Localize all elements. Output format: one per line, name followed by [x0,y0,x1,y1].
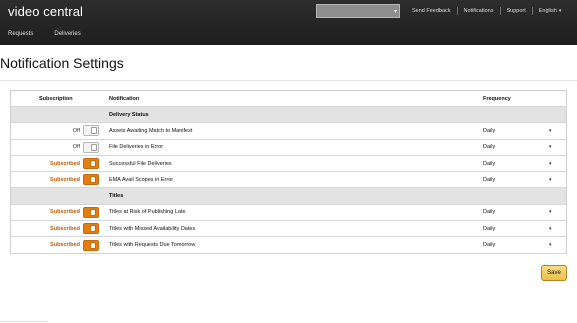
subscription-status: Subscribed [50,242,80,249]
column-header-frequency: Frequency [483,95,511,102]
subscription-status: Subscribed [50,160,80,167]
table-row: Subscribed Titles at Risk of Publishing … [11,205,566,222]
table-row: Subscribed Titles with Missed Availabili… [11,221,566,238]
toggle-knob [91,127,97,135]
toggle-knob [90,160,96,168]
save-button[interactable]: Save [541,265,567,281]
chevron-down-icon[interactable]: ▾ [549,144,552,150]
nav-tabs: Requests Deliveries [8,31,81,37]
table-header-row: Subscription Notification Frequency [11,91,566,107]
chevron-down-icon[interactable]: ▾ [549,209,552,215]
column-header-subscription: Subscription [39,95,73,102]
tab-deliveries[interactable]: Deliveries [54,31,80,37]
subscription-cell: Subscribed [11,223,107,235]
brand-logo[interactable]: video central [8,4,83,19]
subscription-status: Off [72,127,80,134]
chevron-down-icon[interactable]: ▾ [549,226,552,232]
table-row: Off Assets Awaiting Match to Manifest Da… [11,123,566,140]
subscription-toggle[interactable] [83,141,99,153]
subscription-cell: Subscribed [11,158,107,170]
chevron-down-icon[interactable]: ▾ [549,242,552,248]
subscription-cell: Off [11,125,107,137]
notification-name: Titles with Missed Availability Dates [109,225,196,232]
frequency-select[interactable]: Daily [483,242,495,248]
chevron-down-icon[interactable]: ▾ [549,177,552,183]
subscription-status: Subscribed [50,176,80,183]
section-title: Delivery Status [109,111,149,118]
section-header-delivery-status: Delivery Status [11,107,566,124]
subscription-cell: Subscribed [11,206,107,218]
subscription-cell: Subscribed [11,174,107,186]
section-title: Titles [109,193,124,200]
top-links: Send Feedback Notifications Support Engl… [406,7,567,15]
subscription-status: Off [72,144,80,151]
subscription-toggle[interactable] [83,223,99,235]
notification-name: File Deliveries in Error [109,144,164,151]
language-selector[interactable]: English ▾ [533,8,568,14]
toggle-knob [90,241,96,249]
notification-table: Subscription Notification Frequency Deli… [10,90,567,254]
frequency-select[interactable]: Daily [483,209,495,215]
frequency-select[interactable]: Daily [483,177,495,183]
subscription-cell: Subscribed [11,239,107,251]
subscription-toggle[interactable] [83,239,99,251]
table-row: Subscribed Successful File Deliveries Da… [11,156,566,173]
subscription-toggle[interactable] [83,125,99,137]
frequency-select[interactable]: Daily [483,161,495,167]
search-input[interactable]: ▾ [316,4,400,18]
subscription-status: Subscribed [50,209,80,216]
language-label: English [538,8,557,14]
notifications-link[interactable]: Notifications [458,8,500,14]
divider [0,321,48,322]
notification-name: EMA Avail Scopes in Error [109,176,174,183]
column-header-notification: Notification [109,95,140,102]
table-row: Off File Deliveries in Error Daily ▾ [11,140,566,156]
notification-name: Titles with Requests Due Tomorrow [109,242,196,249]
frequency-select[interactable]: Daily [483,144,495,150]
send-feedback-link[interactable]: Send Feedback [406,8,457,14]
subscription-status: Subscribed [50,225,80,232]
toggle-knob [90,176,96,184]
toggle-knob [90,208,96,216]
tab-requests[interactable]: Requests [8,31,33,37]
subscription-cell: Off [11,141,107,153]
chevron-down-icon: ▾ [558,8,562,14]
table-row: Subscribed Titles with Requests Due Tomo… [11,237,566,254]
top-bar: video central ▾ Send Feedback Notificati… [0,0,577,45]
divider [0,80,577,81]
subscription-toggle[interactable] [83,158,99,170]
support-link[interactable]: Support [501,8,532,14]
toggle-knob [91,143,97,151]
subscription-toggle[interactable] [83,206,99,218]
section-header-titles: Titles [11,188,566,205]
chevron-down-icon[interactable]: ▾ [549,128,552,134]
subscription-toggle[interactable] [83,174,99,186]
toggle-knob [90,225,96,233]
notification-name: Successful File Deliveries [109,160,172,167]
frequency-select[interactable]: Daily [483,226,495,232]
table-row: Subscribed EMA Avail Scopes in Error Dai… [11,172,566,189]
page-title: Notification Settings [0,55,124,71]
frequency-select[interactable]: Daily [483,128,495,134]
notification-name: Titles at Risk of Publishing Late [109,209,186,216]
chevron-down-icon[interactable]: ▾ [549,161,552,167]
notification-name: Assets Awaiting Match to Manifest [109,127,193,134]
chevron-down-icon[interactable]: ▾ [394,8,397,15]
